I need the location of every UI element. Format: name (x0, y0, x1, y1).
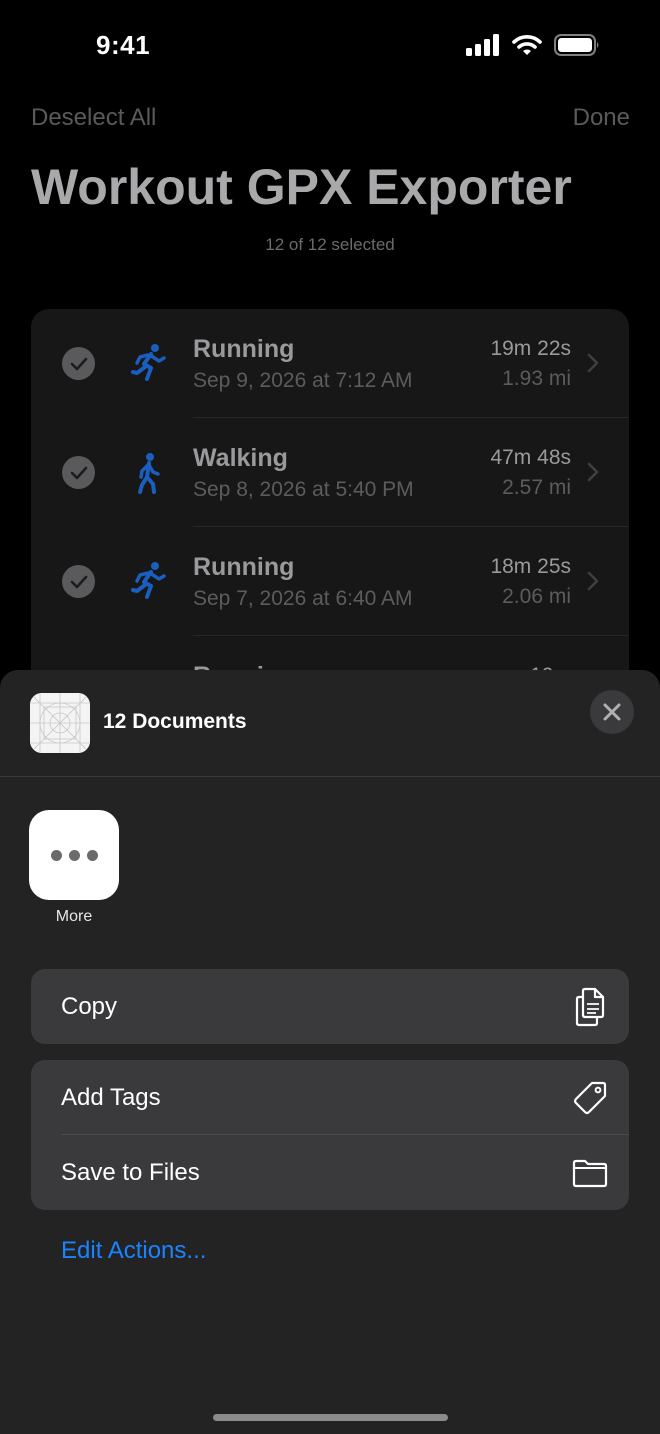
chevron-right-icon (587, 571, 599, 591)
selection-count: 12 of 12 selected (265, 235, 395, 254)
workout-date: Sep 7, 2026 at 6:40 AM (193, 587, 413, 610)
close-icon (603, 703, 621, 721)
close-button[interactable] (590, 690, 634, 734)
chevron-right-icon (587, 462, 599, 482)
share-sheet: 12 Documents More Copy Add Tags Save to … (0, 670, 660, 1434)
workout-duration: 47m 48s (490, 446, 571, 469)
action-label: Save to Files (61, 1159, 200, 1186)
workout-list: Running Sep 9, 2026 at 7:12 AM 19m 22s 1… (31, 309, 629, 729)
edit-actions-link[interactable]: Edit Actions... (61, 1237, 206, 1265)
share-title: 12 Documents (103, 710, 247, 733)
workout-date: Sep 8, 2026 at 5:40 PM (193, 478, 414, 501)
more-apps-label: More (55, 908, 93, 925)
workout-row[interactable]: Running Sep 7, 2026 at 6:40 AM 18m 25s 2… (31, 527, 629, 636)
page-title: Workout GPX Exporter (31, 159, 572, 215)
workout-type: Walking (193, 444, 288, 472)
copy-action[interactable]: Copy (31, 969, 629, 1044)
running-figure-icon (131, 562, 166, 599)
action-label: Copy (61, 993, 118, 1020)
deselect-all-button[interactable]: Deselect All (31, 104, 156, 132)
workout-type: Running (193, 335, 295, 363)
action-group-files: Add Tags Save to Files (31, 1060, 629, 1210)
workout-date: Sep 9, 2026 at 7:12 AM (193, 369, 413, 392)
workout-type: Running (193, 553, 295, 581)
share-sheet-header: 12 Documents (0, 670, 660, 777)
workout-distance: 2.57 mi (502, 476, 571, 499)
workout-duration: 19m 22s (490, 337, 571, 360)
checkmark-icon[interactable] (62, 565, 95, 598)
wifi-icon (512, 35, 542, 55)
battery-icon (554, 34, 599, 56)
chevron-right-icon (587, 353, 599, 373)
folder-icon (572, 1159, 608, 1188)
workout-row[interactable]: Walking Sep 8, 2026 at 5:40 PM 47m 48s 2… (31, 418, 629, 527)
workout-row[interactable]: Running Sep 9, 2026 at 7:12 AM 19m 22s 1… (31, 309, 629, 418)
status-time: 9:41 (96, 30, 151, 60)
workout-exporter-app: Deselect All Done Workout GPX Exporter 1… (0, 0, 660, 729)
tag-icon (573, 1081, 607, 1115)
walking-figure-icon (138, 453, 160, 494)
document-thumbnail (30, 693, 90, 753)
workout-distance: 2.06 mi (502, 585, 571, 608)
running-figure-icon (131, 344, 166, 381)
save-to-files-action[interactable]: Save to Files (31, 1135, 629, 1210)
done-button[interactable]: Done (573, 104, 630, 132)
checkmark-icon[interactable] (62, 347, 95, 380)
copy-documents-icon (575, 987, 605, 1027)
action-group-copy: Copy (31, 969, 629, 1044)
more-apps-button[interactable] (29, 810, 119, 900)
workout-distance: 1.93 mi (502, 367, 571, 390)
cellular-signal-icon (466, 34, 499, 56)
home-indicator[interactable] (213, 1414, 448, 1421)
workout-duration: 18m 25s (490, 555, 571, 578)
status-icons (466, 34, 600, 56)
add-tags-action[interactable]: Add Tags (31, 1060, 629, 1135)
checkmark-icon[interactable] (62, 456, 95, 489)
ellipsis-icon (50, 849, 62, 861)
action-label: Add Tags (61, 1084, 161, 1111)
status-bar: 9:41 (0, 0, 660, 96)
